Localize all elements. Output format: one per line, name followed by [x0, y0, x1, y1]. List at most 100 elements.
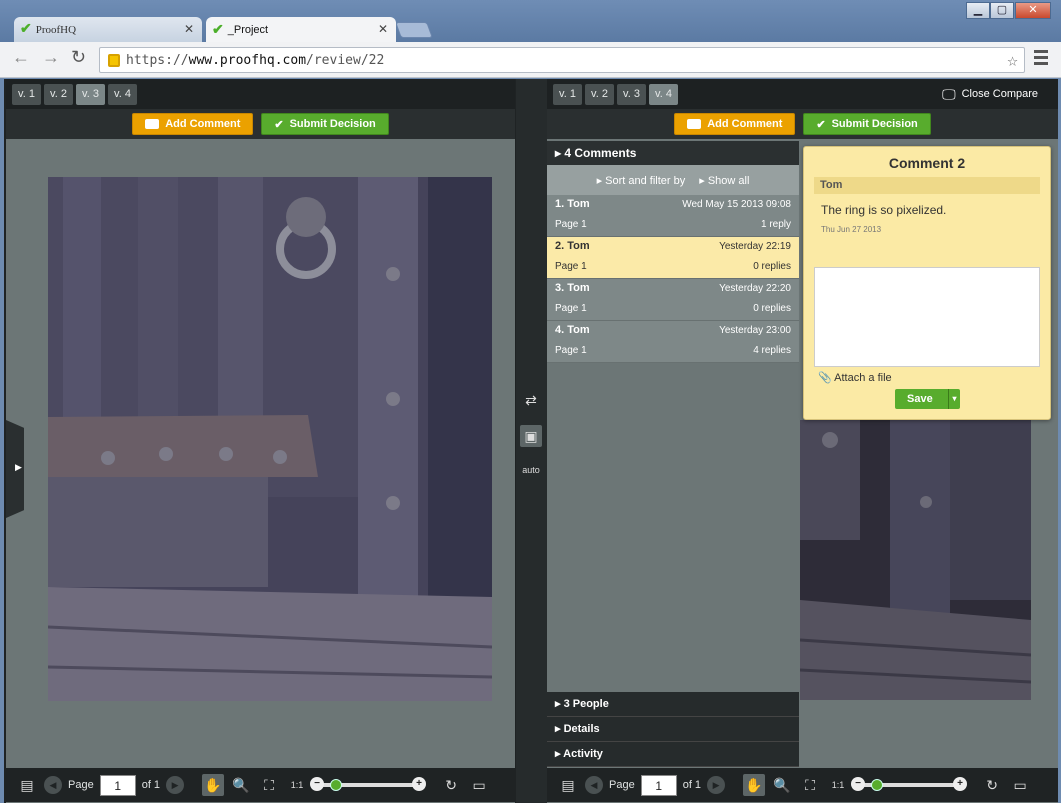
- version-tab[interactable]: v. 2: [585, 83, 614, 105]
- hand-icon[interactable]: ✋: [202, 774, 225, 796]
- close-tab-icon[interactable]: ✕: [184, 22, 194, 37]
- close-tab-icon[interactable]: ✕: [378, 22, 388, 36]
- comment-row[interactable]: 4. Tom Yesterday 23:00 Page 1 4 replies: [547, 321, 799, 363]
- fit-icon[interactable]: ⛶: [258, 774, 280, 796]
- version-tab[interactable]: v. 1: [12, 83, 41, 105]
- lock-view-icon[interactable]: ▣: [520, 425, 542, 447]
- popup-text: The ring is so pixelized.: [821, 203, 947, 217]
- close-compare-button[interactable]: 🖵 Close Compare: [942, 86, 1038, 103]
- tab-project[interactable]: ✔ _Project ✕: [206, 17, 396, 42]
- url-host: www.proofhq.com: [188, 52, 307, 68]
- zoom-out-icon[interactable]: −: [851, 777, 866, 791]
- page-of-label: of 1: [682, 779, 702, 791]
- version-bar-left: v. 1 v. 2 v. 3 v. 4: [6, 79, 515, 109]
- version-tab[interactable]: v. 2: [44, 83, 73, 105]
- prev-page-button[interactable]: ◀: [44, 776, 62, 794]
- submit-decision-button[interactable]: ✔ Submit Decision: [803, 113, 931, 135]
- people-section[interactable]: ▸ 3 People: [547, 692, 799, 717]
- back-icon[interactable]: ←: [12, 47, 30, 68]
- comment-row-selected[interactable]: 2. Tom Yesterday 22:19 Page 1 0 replies: [547, 237, 799, 279]
- version-tab-selected[interactable]: v. 4: [649, 83, 678, 105]
- add-comment-label: Add Comment: [707, 118, 783, 130]
- comments-count: 4 Comments: [564, 146, 637, 160]
- version-tab[interactable]: v. 4: [108, 83, 137, 105]
- page-of-label: of 1: [141, 779, 161, 791]
- prev-page-button[interactable]: ◀: [585, 776, 603, 794]
- forward-icon[interactable]: →: [42, 47, 60, 68]
- submit-decision-button[interactable]: ✔ Submit Decision: [261, 113, 389, 135]
- tab-label: ProofHQ: [35, 23, 77, 36]
- attach-file-link[interactable]: 📎 Attach a file: [818, 371, 892, 384]
- save-button[interactable]: Save ▾: [895, 389, 960, 409]
- add-comment-button[interactable]: Add Comment: [132, 113, 254, 135]
- version-bar-right: v. 1 v. 2 v. 3 v. 4 🖵 Close Compare: [547, 79, 1058, 109]
- version-tab[interactable]: v. 3: [617, 83, 646, 105]
- pages-icon[interactable]: ▤: [16, 774, 38, 796]
- actual-size-icon[interactable]: 1:1: [827, 774, 849, 796]
- save-dropdown-icon[interactable]: ▾: [948, 389, 960, 409]
- comment-row[interactable]: 3. Tom Yesterday 22:20 Page 1 0 replies: [547, 279, 799, 321]
- popup-author: Tom: [814, 177, 1040, 194]
- version-tab-selected[interactable]: v. 3: [76, 83, 105, 105]
- swap-icon[interactable]: ⇄: [520, 389, 542, 411]
- comment-author: 1. Tom: [555, 198, 590, 210]
- zoom-slider[interactable]: − +: [851, 777, 968, 791]
- hand-icon[interactable]: ✋: [743, 774, 766, 796]
- action-bar-left: Add Comment ✔ Submit Decision: [6, 109, 515, 139]
- sidebar-toggle[interactable]: ▶: [6, 420, 24, 518]
- comment-row[interactable]: 1. Tom Wed May 15 2013 09:08 Page 1 1 re…: [547, 195, 799, 237]
- zoom-in-icon[interactable]: +: [953, 777, 968, 791]
- minimize-button[interactable]: ▁: [966, 2, 990, 19]
- details-label: Details: [563, 723, 600, 735]
- address-bar[interactable]: https:// www.proofhq.com /review/22 ☆: [99, 47, 1025, 73]
- proofhq-favicon-icon: ✔: [20, 22, 32, 37]
- activity-section[interactable]: ▸ Activity: [547, 742, 799, 767]
- new-tab-button[interactable]: [395, 22, 433, 38]
- close-compare-label: Close Compare: [961, 88, 1038, 100]
- comment-replies: 0 replies: [753, 303, 791, 314]
- rotate-icon[interactable]: ↻: [440, 774, 462, 796]
- rotate-icon[interactable]: ↻: [981, 774, 1003, 796]
- add-comment-button[interactable]: Add Comment: [674, 113, 796, 135]
- activity-label: Activity: [563, 748, 603, 760]
- auto-icon[interactable]: auto: [520, 459, 542, 481]
- zoom-in-icon[interactable]: +: [412, 777, 427, 791]
- zoom-out-icon[interactable]: −: [310, 777, 325, 791]
- zoom-slider[interactable]: − +: [310, 777, 427, 791]
- zoom-icon[interactable]: 🔍: [230, 774, 252, 796]
- comment-author: 3. Tom: [555, 282, 590, 294]
- details-section[interactable]: ▸ Details: [547, 717, 799, 742]
- page-label: Page: [68, 779, 94, 791]
- lock-icon: [108, 53, 120, 67]
- comment-page: Page 1: [555, 345, 587, 356]
- tab-proofhq[interactable]: ✔ ProofHQ ✕: [14, 17, 202, 42]
- page-label: Page: [609, 779, 635, 791]
- version-tab[interactable]: v. 1: [553, 83, 582, 105]
- popup-title: Comment 2: [888, 155, 966, 171]
- comment-author: 4. Tom: [555, 324, 590, 336]
- next-page-button[interactable]: ▶: [166, 776, 185, 794]
- submit-decision-label: Submit Decision: [289, 118, 376, 130]
- ruler-icon[interactable]: ▭: [468, 774, 490, 796]
- zoom-icon[interactable]: 🔍: [771, 774, 793, 796]
- actual-size-icon[interactable]: 1:1: [286, 774, 308, 796]
- reload-icon[interactable]: ↻: [71, 47, 86, 68]
- reply-textarea[interactable]: [814, 267, 1040, 367]
- pages-icon[interactable]: ▤: [557, 774, 579, 796]
- close-window-button[interactable]: ✕: [1015, 2, 1051, 19]
- sort-filter-link[interactable]: ▸ Sort and filter by: [597, 174, 686, 187]
- fit-icon[interactable]: ⛶: [799, 774, 821, 796]
- artwork-right: [800, 420, 1031, 700]
- artwork-left: [48, 177, 492, 701]
- menu-icon[interactable]: [1034, 50, 1048, 68]
- page-input[interactable]: 1: [99, 774, 136, 796]
- maximize-button[interactable]: ▢: [990, 2, 1014, 19]
- ruler-icon[interactable]: ▭: [1009, 774, 1031, 796]
- comment-icon: [687, 119, 702, 129]
- next-page-button[interactable]: ▶: [707, 776, 726, 794]
- proofhq-favicon-icon: ✔: [212, 21, 224, 37]
- page-input[interactable]: 1: [640, 774, 677, 796]
- star-icon[interactable]: ☆: [1007, 50, 1018, 71]
- comments-header[interactable]: ▸ 4 Comments: [547, 141, 799, 165]
- show-all-link[interactable]: ▸ Show all: [699, 174, 749, 187]
